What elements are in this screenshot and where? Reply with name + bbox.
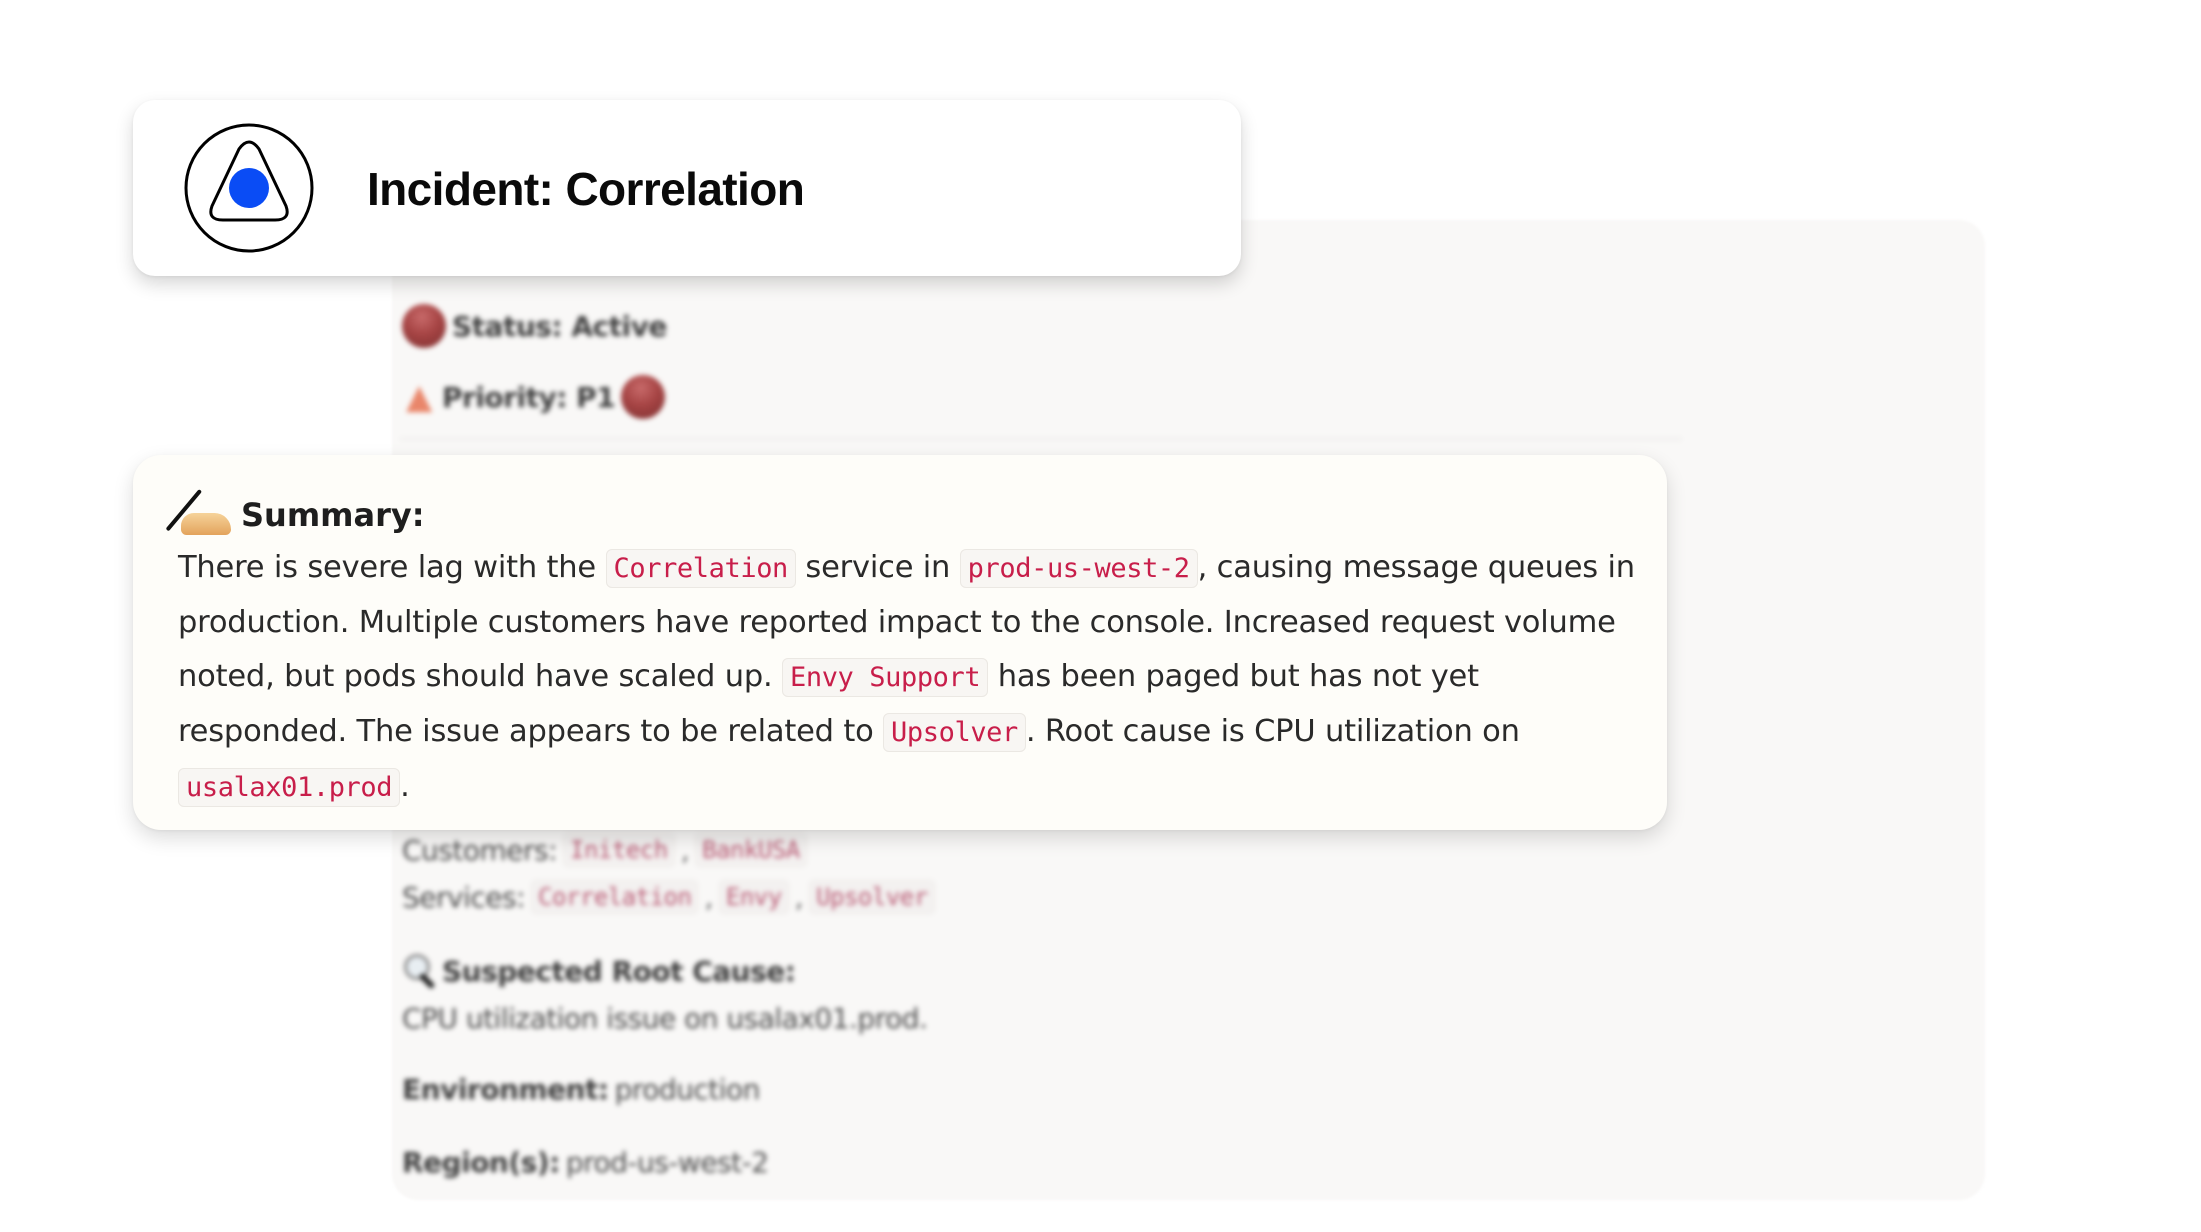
environment-row: Environment: production — [402, 1073, 760, 1106]
brand-dot — [229, 168, 269, 208]
priority-label: Priority: P1 — [442, 380, 616, 414]
service-chip: Envy — [718, 880, 789, 914]
red-circle-icon — [402, 304, 446, 348]
summary-text-segment: . — [400, 769, 410, 804]
code-chip: Upsolver — [883, 713, 1026, 752]
divider — [400, 438, 1682, 440]
incident-logo-icon — [184, 123, 314, 253]
service-chip: Correlation — [531, 880, 699, 914]
environment-label: Environment: — [402, 1073, 609, 1106]
summary-text-segment: . Root cause is CPU utilization on — [1025, 714, 1520, 749]
customer-chip: BankUSA — [695, 833, 807, 867]
services-label: Services: — [402, 880, 526, 914]
magnifier-icon — [402, 952, 436, 990]
regions-label: Region(s): — [402, 1146, 560, 1179]
summary-text-segment: There is severe lag with the — [178, 550, 606, 585]
incident-page: Status: Active ▲ Priority: P1 Customers:… — [0, 0, 2201, 1232]
customers-label: Customers: — [402, 833, 558, 867]
page-title: Incident: Correlation — [367, 163, 805, 215]
code-chip: Correlation — [605, 549, 796, 588]
incident-header-card: Incident: Correlation — [133, 100, 1241, 276]
code-chip: prod-us-west-2 — [959, 549, 1198, 588]
code-chip: usalax01.prod — [178, 768, 401, 807]
root-cause-title: Suspected Root Cause: — [442, 954, 796, 988]
customers-row: Customers: Initech, BankUSA — [402, 833, 807, 867]
environment-value: production — [614, 1073, 761, 1106]
root-cause-value: CPU utilization issue on usalax01.prod. — [402, 1002, 928, 1035]
status-label: Status: Active — [452, 309, 667, 343]
summary-title: Summary: — [241, 496, 425, 534]
regions-row: Region(s): prod-us-west-2 — [402, 1146, 769, 1179]
writing-hand-icon — [165, 489, 233, 539]
customer-chip: Initech — [563, 833, 675, 867]
service-chip: Upsolver — [809, 880, 935, 914]
regions-value: prod-us-west-2 — [565, 1146, 769, 1179]
summary-card: Summary: There is severe lag with the Co… — [133, 455, 1667, 830]
fire-icon: ▲ — [406, 377, 432, 417]
code-chip: Envy Support — [781, 658, 989, 697]
root-cause-heading: Suspected Root Cause: — [402, 952, 796, 990]
summary-text-segment: service in — [795, 550, 960, 585]
status-row: Status: Active — [402, 304, 667, 348]
root-cause-text: CPU utilization issue on usalax01.prod. — [402, 1002, 928, 1035]
summary-text: There is severe lag with the Correlation… — [178, 541, 1638, 815]
red-circle-icon — [621, 375, 666, 419]
priority-row: ▲ Priority: P1 — [402, 375, 666, 419]
summary-heading: Summary: — [165, 489, 425, 539]
services-row: Services: Correlation, Envy, Upsolver — [402, 880, 935, 914]
